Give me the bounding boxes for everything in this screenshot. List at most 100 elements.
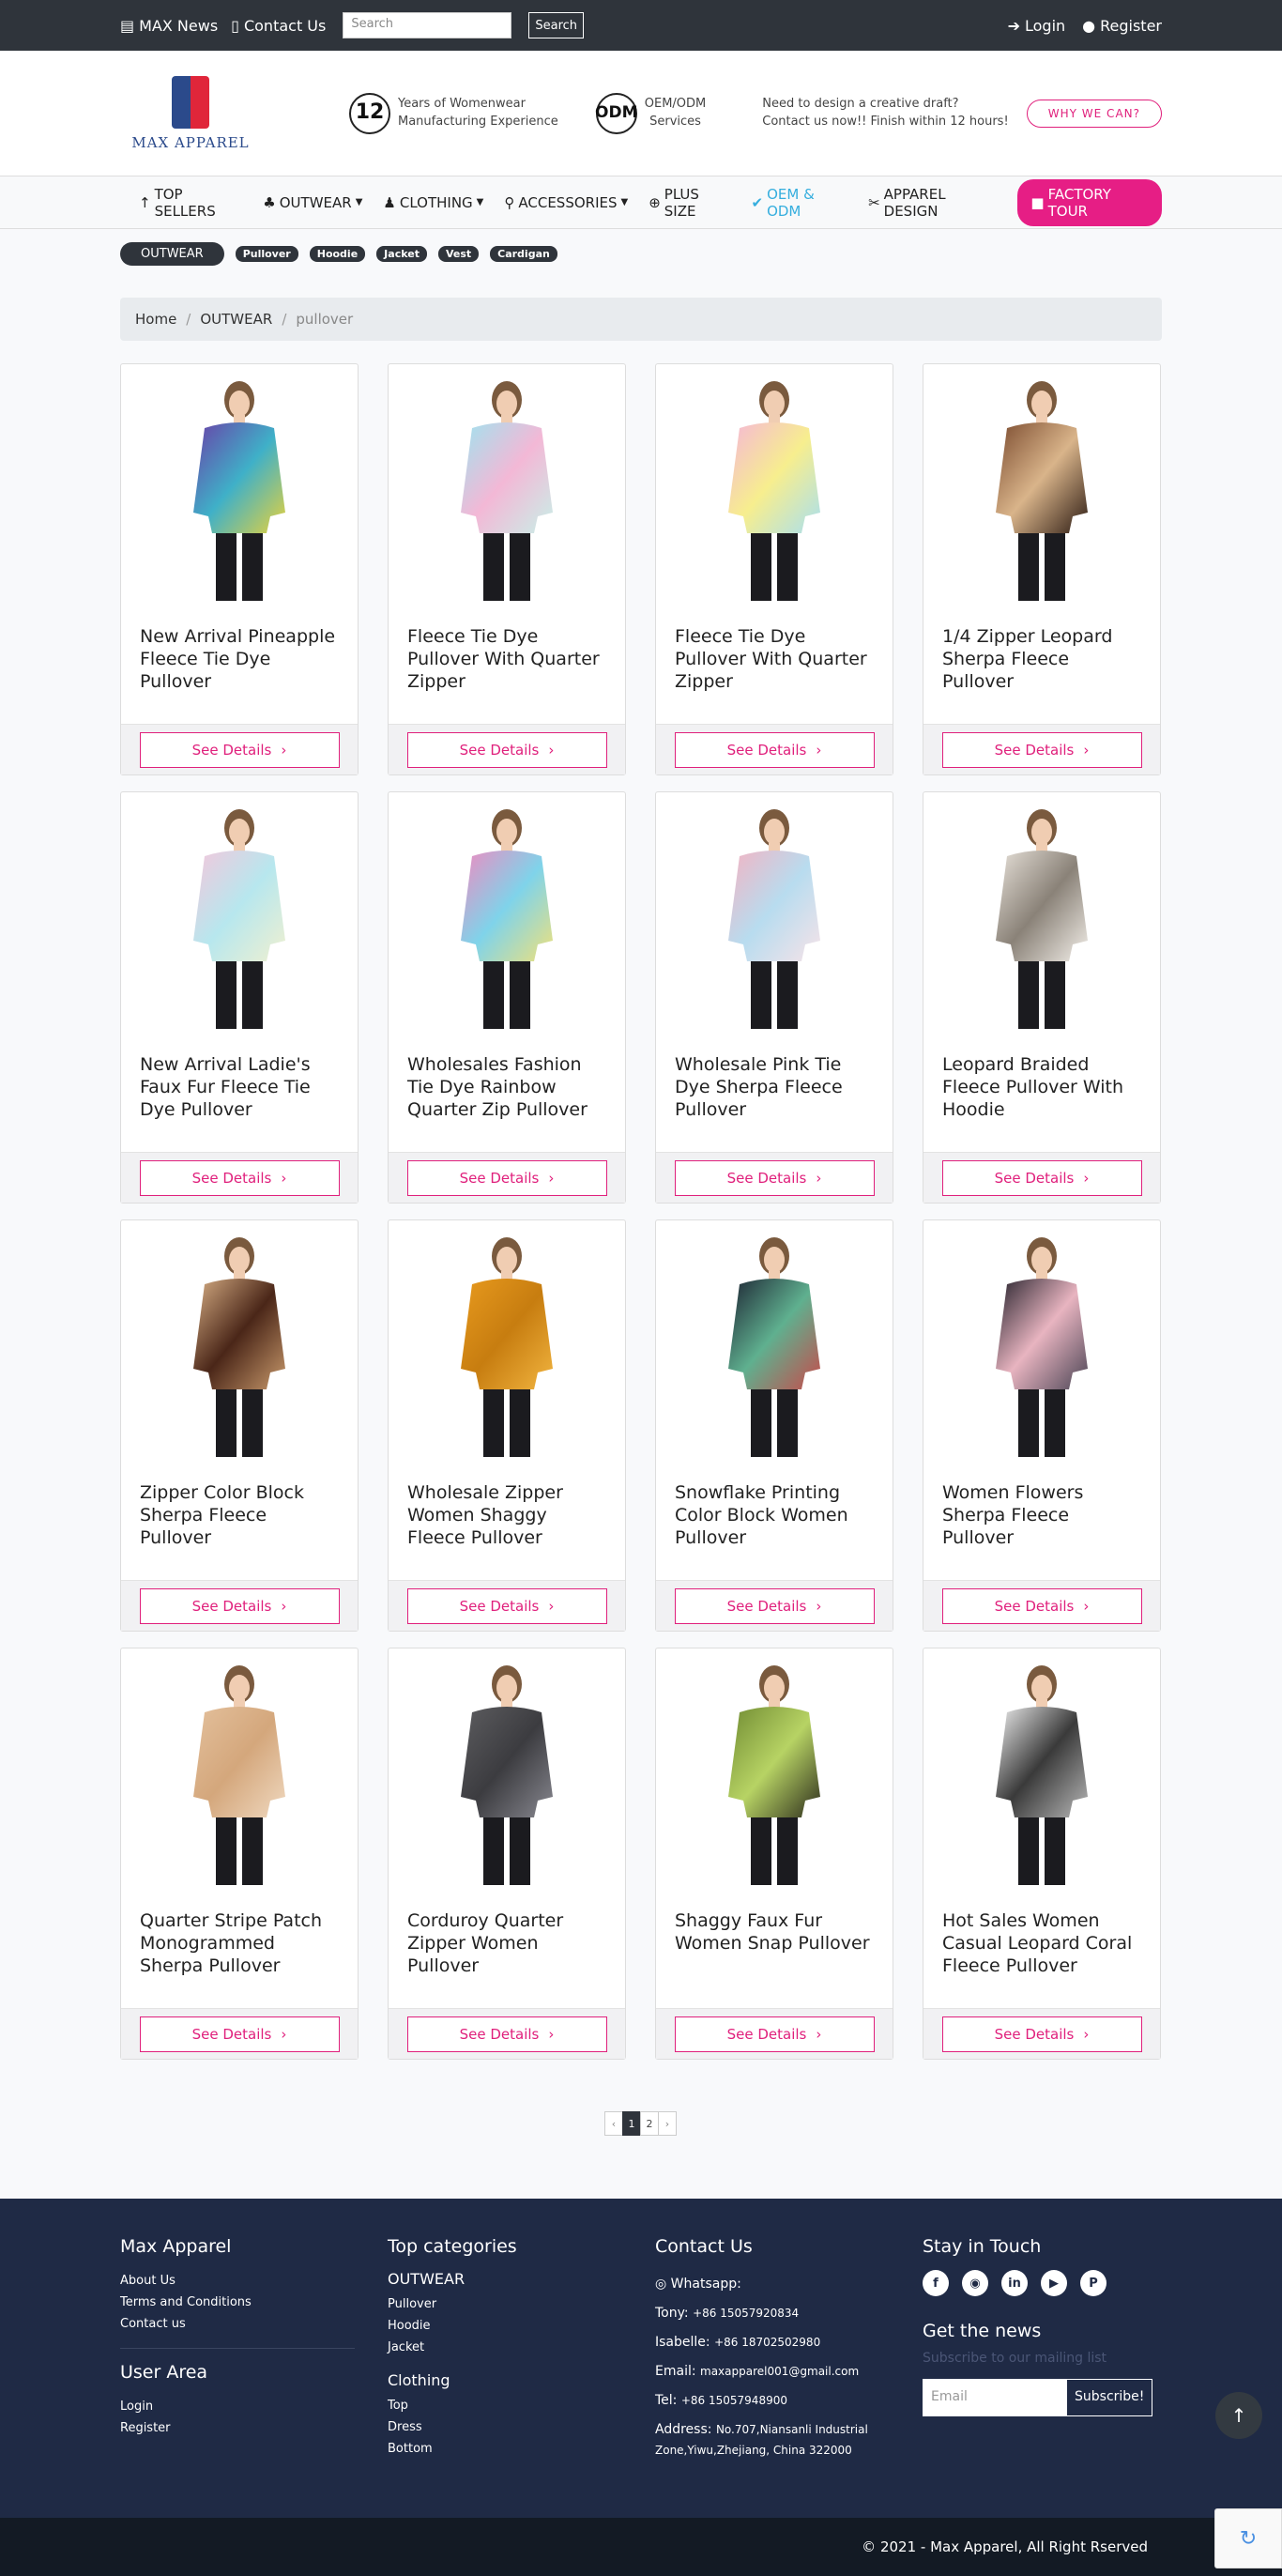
subscribe-button[interactable]: Subscribe!: [1066, 2379, 1153, 2416]
nav-accessories[interactable]: ⚲ ACCESSORIES ▼: [504, 194, 628, 211]
see-details-button[interactable]: See Details ›: [674, 1587, 875, 1624]
see-details-button[interactable]: See Details ›: [941, 731, 1142, 768]
product-image[interactable]: [121, 792, 358, 1040]
footer-pullover[interactable]: Pullover: [388, 2297, 436, 2311]
pagination-page-2[interactable]: 2: [640, 2111, 659, 2136]
why-we-can-button[interactable]: WHY WE CAN?: [1026, 99, 1162, 128]
pill-vest[interactable]: Vest: [437, 246, 480, 262]
product-card[interactable]: Corduroy Quarter Zipper Women Pullover Se…: [388, 1648, 626, 2060]
nav-top-sellers[interactable]: ↑ TOP SELLERS: [139, 186, 242, 220]
breadcrumb-outwear[interactable]: OUTWEAR: [200, 311, 272, 328]
product-title[interactable]: New Arrival Ladie's Faux Fur Fleece Tie …: [121, 1040, 358, 1152]
footer-register[interactable]: Register: [120, 2421, 171, 2435]
footer-bottom[interactable]: Bottom: [388, 2442, 433, 2456]
product-image[interactable]: [389, 792, 625, 1040]
nav-plus-size[interactable]: ⊕ PLUS SIZE: [649, 186, 730, 220]
footer-hoodie[interactable]: Hoodie: [388, 2319, 431, 2333]
see-details-button[interactable]: See Details ›: [674, 1159, 875, 1196]
see-details-button[interactable]: See Details ›: [941, 1587, 1142, 1624]
see-details-button[interactable]: See Details ›: [139, 2016, 340, 2052]
product-image[interactable]: [656, 364, 893, 612]
pagination-next[interactable]: ›: [658, 2111, 677, 2136]
product-title[interactable]: Fleece Tie Dye Pullover With Quarter Zip…: [656, 612, 893, 724]
product-card[interactable]: Zipper Color Block Sherpa Fleece Pullove…: [120, 1219, 359, 1632]
pill-pullover[interactable]: Pullover: [235, 246, 298, 262]
product-image[interactable]: [923, 1648, 1160, 1896]
login-link[interactable]: ➔ Login: [1008, 17, 1066, 35]
product-title[interactable]: New Arrival Pineapple Fleece Tie Dye Pul…: [121, 612, 358, 724]
product-title[interactable]: Fleece Tie Dye Pullover With Quarter Zip…: [389, 612, 625, 724]
product-title[interactable]: Wholesale Zipper Women Shaggy Fleece Pul…: [389, 1468, 625, 1580]
product-image[interactable]: [656, 1648, 893, 1896]
product-title[interactable]: Shaggy Faux Fur Women Snap Pullover: [656, 1896, 893, 2008]
newsletter-email-input[interactable]: Email: [923, 2379, 1066, 2416]
footer-top[interactable]: Top: [388, 2399, 408, 2413]
footer-jacket[interactable]: Jacket: [388, 2340, 424, 2354]
product-title[interactable]: Snowflake Printing Color Block Women Pul…: [656, 1468, 893, 1580]
nav-clothing[interactable]: ♟ CLOTHING ▼: [383, 194, 483, 211]
pill-jacket[interactable]: Jacket: [376, 246, 427, 262]
product-card[interactable]: New Arrival Pineapple Fleece Tie Dye Pul…: [120, 363, 359, 775]
product-image[interactable]: [389, 1648, 625, 1896]
product-card[interactable]: Hot Sales Women Casual Leopard Coral Fle…: [923, 1648, 1161, 2060]
pill-hoodie[interactable]: Hoodie: [309, 246, 366, 262]
see-details-button[interactable]: See Details ›: [406, 1159, 607, 1196]
footer-tony-phone[interactable]: +86 15057920834: [693, 2307, 799, 2320]
footer-isabelle-phone[interactable]: +86 18702502980: [714, 2336, 820, 2349]
product-card[interactable]: Wholesale Zipper Women Shaggy Fleece Pul…: [388, 1219, 626, 1632]
see-details-button[interactable]: See Details ›: [139, 1587, 340, 1624]
product-title[interactable]: Wholesale Pink Tie Dye Sherpa Fleece Pul…: [656, 1040, 893, 1152]
youtube-icon[interactable]: ▶: [1041, 2270, 1067, 2296]
footer-contact-us[interactable]: Contact us: [120, 2317, 186, 2331]
see-details-button[interactable]: See Details ›: [139, 731, 340, 768]
product-image[interactable]: [389, 364, 625, 612]
product-image[interactable]: [656, 792, 893, 1040]
see-details-button[interactable]: See Details ›: [674, 731, 875, 768]
product-card[interactable]: Women Flowers Sherpa Fleece Pullover See …: [923, 1219, 1161, 1632]
nav-oem-odm[interactable]: ✔ OEM & ODM: [752, 186, 848, 220]
breadcrumb-home[interactable]: Home: [135, 311, 176, 328]
footer-about-us[interactable]: About Us: [120, 2274, 176, 2288]
see-details-button[interactable]: See Details ›: [674, 2016, 875, 2052]
product-card[interactable]: Fleece Tie Dye Pullover With Quarter Zip…: [655, 363, 893, 775]
product-image[interactable]: [656, 1220, 893, 1468]
see-details-button[interactable]: See Details ›: [406, 1587, 607, 1624]
product-card[interactable]: Leopard Braided Fleece Pullover With Hoo…: [923, 791, 1161, 1204]
product-card[interactable]: New Arrival Ladie's Faux Fur Fleece Tie …: [120, 791, 359, 1204]
category-outwear[interactable]: OUTWEAR: [120, 242, 224, 266]
product-image[interactable]: [923, 364, 1160, 612]
factory-tour-button[interactable]: ■ FACTORY TOUR: [1017, 178, 1163, 226]
see-details-button[interactable]: See Details ›: [941, 2016, 1142, 2052]
instagram-icon[interactable]: ◉: [962, 2270, 988, 2296]
recaptcha-badge[interactable]: ↻: [1214, 2508, 1282, 2568]
pinterest-icon[interactable]: P: [1080, 2270, 1106, 2296]
see-details-button[interactable]: See Details ›: [941, 1159, 1142, 1196]
logo[interactable]: MAX APPAREL: [130, 75, 252, 151]
product-title[interactable]: Corduroy Quarter Zipper Women Pullover: [389, 1896, 625, 2008]
product-card[interactable]: Fleece Tie Dye Pullover With Quarter Zip…: [388, 363, 626, 775]
product-card[interactable]: Snowflake Printing Color Block Women Pul…: [655, 1219, 893, 1632]
footer-login[interactable]: Login: [120, 2400, 153, 2414]
product-title[interactable]: Zipper Color Block Sherpa Fleece Pullove…: [121, 1468, 358, 1580]
product-title[interactable]: Leopard Braided Fleece Pullover With Hoo…: [923, 1040, 1160, 1152]
search-input[interactable]: Search: [343, 12, 512, 38]
product-card[interactable]: Wholesales Fashion Tie Dye Rainbow Quart…: [388, 791, 626, 1204]
scroll-to-top-button[interactable]: ↑: [1215, 2392, 1262, 2439]
product-title[interactable]: 1/4 Zipper Leopard Sherpa Fleece Pullove…: [923, 612, 1160, 724]
product-image[interactable]: [389, 1220, 625, 1468]
product-image[interactable]: [923, 1220, 1160, 1468]
product-title[interactable]: Hot Sales Women Casual Leopard Coral Fle…: [923, 1896, 1160, 2008]
product-image[interactable]: [121, 1648, 358, 1896]
nav-apparel-design[interactable]: ✂ APPAREL DESIGN: [868, 186, 997, 220]
footer-email[interactable]: maxapparel001@gmail.com: [700, 2365, 859, 2378]
see-details-button[interactable]: See Details ›: [139, 1159, 340, 1196]
product-title[interactable]: Quarter Stripe Patch Monogrammed Sherpa …: [121, 1896, 358, 2008]
pill-cardigan[interactable]: Cardigan: [490, 246, 557, 262]
footer-terms[interactable]: Terms and Conditions: [120, 2295, 252, 2309]
product-title[interactable]: Women Flowers Sherpa Fleece Pullover: [923, 1468, 1160, 1580]
product-image[interactable]: [121, 1220, 358, 1468]
max-news-link[interactable]: ▤ MAX News: [120, 17, 218, 35]
nav-outwear[interactable]: ♣ OUTWEAR ▼: [263, 194, 362, 211]
register-link[interactable]: ● Register: [1082, 17, 1162, 35]
search-button[interactable]: Search: [528, 12, 585, 38]
